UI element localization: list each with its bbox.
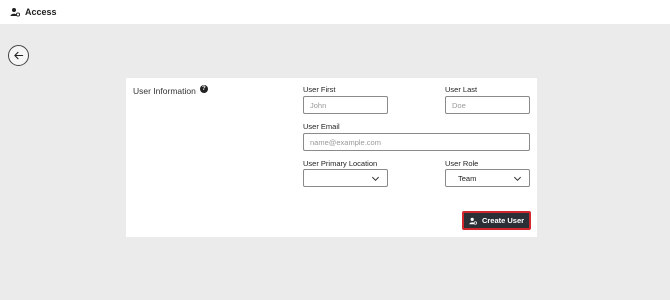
user-email-label: User Email (303, 122, 340, 131)
page-title: Access (25, 7, 57, 17)
create-user-label: Create User (481, 216, 525, 225)
user-first-input[interactable]: John (303, 96, 388, 114)
user-email-placeholder: name@example.com (310, 137, 381, 147)
chevron-down-icon (371, 174, 380, 183)
primary-location-select[interactable] (303, 169, 388, 187)
create-user-button[interactable]: Create User (462, 211, 531, 230)
user-last-placeholder: Doe (452, 100, 466, 110)
user-last-label: User Last (445, 85, 478, 94)
user-role-label: User Role (445, 159, 479, 168)
top-bar: Access (0, 0, 670, 24)
chevron-down-icon (513, 174, 522, 183)
user-gear-icon (469, 217, 477, 225)
user-first-label: User First (303, 85, 336, 94)
section-label: User Information ? (133, 85, 208, 96)
user-last-input[interactable]: Doe (445, 96, 530, 114)
arrow-left-icon (13, 50, 24, 61)
user-gear-icon (10, 7, 20, 17)
primary-location-label: User Primary Location (303, 159, 378, 168)
back-button[interactable] (8, 45, 29, 66)
question-circle-icon[interactable]: ? (199, 85, 208, 93)
user-first-placeholder: John (310, 100, 327, 110)
user-role-value: Team (458, 173, 477, 183)
user-role-select[interactable]: Team (445, 169, 530, 187)
section-title: User Information (133, 86, 196, 96)
user-email-input[interactable]: name@example.com (303, 133, 530, 151)
